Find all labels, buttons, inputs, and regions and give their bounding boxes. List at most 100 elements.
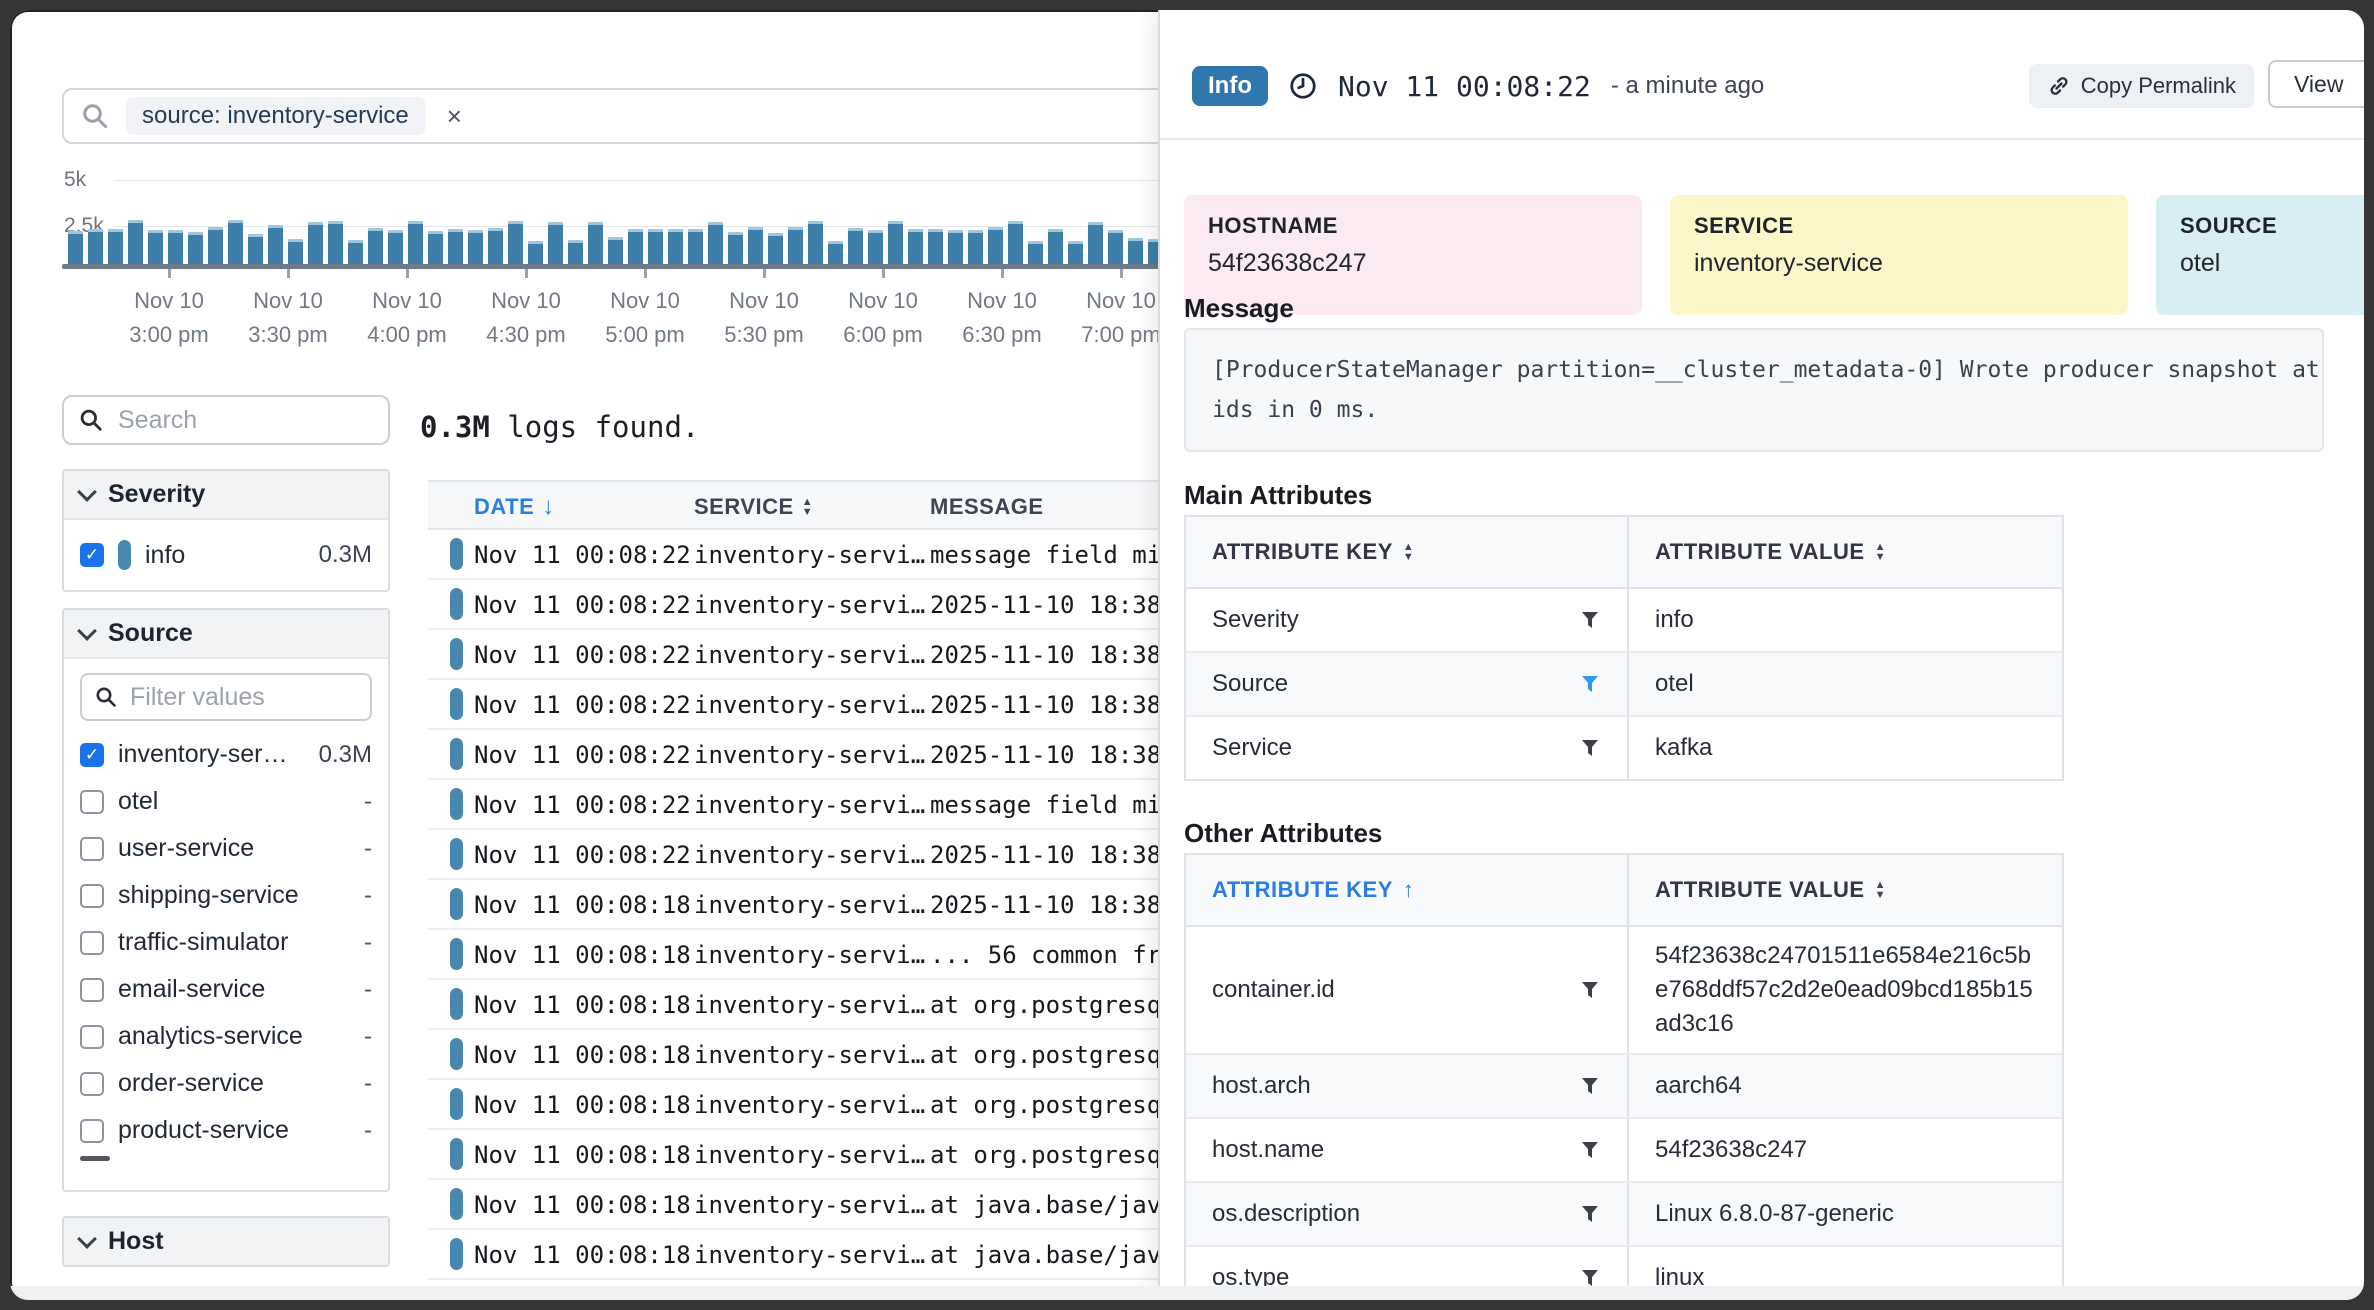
facet-search-input[interactable] — [116, 405, 320, 436]
checkbox[interactable] — [80, 931, 104, 955]
facet-item-traffic-simulator[interactable]: traffic-simulator- — [64, 919, 388, 966]
histogram-bar[interactable] — [428, 231, 443, 264]
facet-item-shipping-service[interactable]: shipping-service- — [64, 872, 388, 919]
histogram-bar[interactable] — [528, 241, 543, 264]
query-filter-chip[interactable]: source: inventory-service — [126, 97, 425, 135]
attribute-value-header[interactable]: ATTRIBUTE VALUE ▲▼ — [1627, 855, 2062, 925]
histogram-bar[interactable] — [328, 221, 343, 264]
histogram-bar[interactable] — [408, 221, 423, 264]
checkbox[interactable] — [80, 1119, 104, 1143]
histogram-bar[interactable] — [608, 237, 623, 264]
histogram-bar[interactable] — [768, 233, 783, 264]
histogram-bar[interactable] — [88, 229, 103, 264]
histogram-bar[interactable] — [648, 229, 663, 264]
column-header-service[interactable]: SERVICE ▲▼ — [694, 494, 813, 520]
histogram-bar[interactable] — [628, 229, 643, 264]
histogram-bar[interactable] — [308, 222, 323, 264]
histogram-bar[interactable] — [388, 230, 403, 264]
filter-funnel-icon[interactable] — [1581, 739, 1601, 758]
filter-funnel-icon[interactable] — [1581, 1205, 1601, 1224]
histogram-bar[interactable] — [548, 222, 563, 264]
histogram-bar[interactable] — [788, 227, 803, 264]
source-filter-box[interactable] — [80, 673, 372, 721]
histogram-bar[interactable] — [1128, 238, 1143, 264]
histogram-bar[interactable] — [848, 228, 863, 264]
histogram-bar[interactable] — [288, 239, 303, 264]
histogram-bar[interactable] — [1008, 221, 1023, 264]
histogram-bar[interactable] — [1088, 222, 1103, 264]
histogram-bar[interactable] — [888, 221, 903, 264]
histogram-bar[interactable] — [1108, 230, 1123, 264]
filter-funnel-icon[interactable] — [1581, 981, 1601, 1000]
attribute-key-header[interactable]: ATTRIBUTE KEY ↑ — [1186, 855, 1627, 925]
filter-funnel-icon[interactable] — [1581, 1141, 1601, 1160]
query-search-bar[interactable]: source: inventory-service × — [62, 88, 1172, 144]
facet-search-box[interactable] — [62, 395, 390, 445]
checkbox[interactable] — [80, 1072, 104, 1096]
histogram-bar[interactable] — [1048, 229, 1063, 264]
histogram-bar[interactable] — [1028, 241, 1043, 264]
facet-item-email-service[interactable]: email-service- — [64, 966, 388, 1013]
histogram-bar[interactable] — [248, 234, 263, 264]
histogram-bar[interactable] — [988, 227, 1003, 264]
histogram-bar[interactable] — [168, 230, 183, 264]
filter-funnel-icon[interactable] — [1581, 675, 1601, 694]
attribute-value-header[interactable]: ATTRIBUTE VALUE ▲▼ — [1627, 517, 2062, 587]
checkbox-info[interactable]: ✓ — [80, 543, 104, 567]
copy-permalink-button[interactable]: Copy Permalink — [2029, 64, 2254, 108]
facet-item-otel[interactable]: otel- — [64, 778, 388, 825]
facet-item-product-service[interactable]: product-service- — [64, 1107, 388, 1154]
attribute-key-header[interactable]: ATTRIBUTE KEY ▲▼ — [1186, 517, 1627, 587]
histogram-bar[interactable] — [668, 229, 683, 264]
histogram-bar[interactable] — [508, 221, 523, 264]
checkbox[interactable] — [80, 884, 104, 908]
source-filter-input[interactable] — [128, 682, 332, 713]
checkbox[interactable] — [80, 978, 104, 1002]
histogram-bar[interactable] — [348, 240, 363, 264]
host-facet-header[interactable]: Host — [64, 1218, 388, 1265]
histogram-bar[interactable] — [588, 222, 603, 264]
histogram-bar[interactable] — [108, 229, 123, 264]
source-facet-header[interactable]: Source — [64, 610, 388, 659]
filter-funnel-icon[interactable] — [1581, 611, 1601, 630]
histogram-bar[interactable] — [948, 230, 963, 264]
histogram-bar[interactable] — [868, 230, 883, 264]
histogram-bar[interactable] — [748, 227, 763, 264]
histogram-bar[interactable] — [908, 229, 923, 264]
histogram-bar[interactable] — [228, 220, 243, 264]
histogram-bar[interactable] — [488, 228, 503, 264]
facet-item-order-service[interactable]: order-service- — [64, 1060, 388, 1107]
column-header-message[interactable]: MESSAGE — [930, 494, 1044, 520]
histogram-bar[interactable] — [128, 220, 143, 264]
histogram-bar[interactable] — [68, 231, 83, 264]
histogram-bar[interactable] — [368, 228, 383, 264]
facet-item-info[interactable]: ✓ info 0.3M — [64, 520, 388, 590]
checkbox[interactable] — [80, 837, 104, 861]
filter-funnel-icon[interactable] — [1581, 1077, 1601, 1096]
histogram-bar[interactable] — [828, 241, 843, 264]
histogram-bar[interactable] — [728, 232, 743, 264]
histogram-bar[interactable] — [1068, 241, 1083, 264]
facet-item-analytics-service[interactable]: analytics-service- — [64, 1013, 388, 1060]
severity-facet-header[interactable]: Severity — [64, 471, 388, 520]
column-header-date[interactable]: DATE ↓ — [474, 494, 555, 520]
histogram-bar[interactable] — [808, 221, 823, 264]
histogram-bar[interactable] — [448, 229, 463, 264]
histogram-bar[interactable] — [208, 227, 223, 264]
histogram-bar[interactable] — [928, 229, 943, 264]
checkbox[interactable]: ✓ — [80, 743, 104, 767]
histogram-bar[interactable] — [688, 229, 703, 264]
filter-funnel-icon[interactable] — [1581, 1269, 1601, 1288]
view-button[interactable]: View — [2268, 60, 2364, 108]
facet-item-user-service[interactable]: user-service- — [64, 825, 388, 872]
histogram-bar[interactable] — [468, 230, 483, 264]
checkbox[interactable] — [80, 790, 104, 814]
remove-filter-icon[interactable]: × — [447, 103, 462, 129]
checkbox[interactable] — [80, 1025, 104, 1049]
histogram-bar[interactable] — [148, 230, 163, 264]
histogram-bar[interactable] — [968, 230, 983, 264]
histogram-bar[interactable] — [268, 225, 283, 264]
histogram-bar[interactable] — [188, 232, 203, 264]
histogram-bar[interactable] — [568, 240, 583, 264]
histogram-bar[interactable] — [708, 222, 723, 264]
